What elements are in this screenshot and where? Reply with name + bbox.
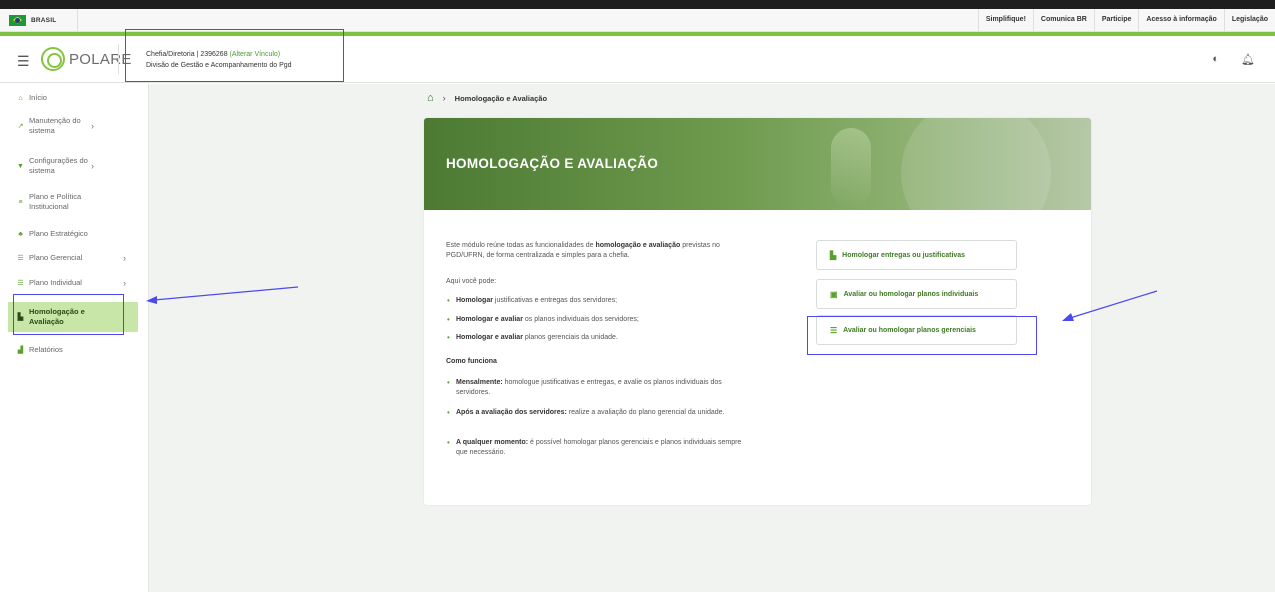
gov-link-comunica[interactable]: Comunica BR: [1032, 9, 1094, 31]
hierarchy-icon: ♣: [18, 230, 23, 238]
settings-icon: ▼: [17, 162, 24, 170]
gov-brasil-link[interactable]: BRASIL: [0, 9, 78, 31]
sidebar-item-label: Plano Gerencial: [29, 253, 83, 262]
gov-link-simplifique[interactable]: Simplifique!: [977, 9, 1033, 31]
banner-decoration: [831, 128, 871, 208]
button-label: Homologar entregas ou justificativas: [842, 251, 966, 259]
list-icon: ☰: [17, 280, 24, 287]
list-item: Após a avaliação dos servidores: realize…: [446, 408, 746, 418]
gov-link-acesso[interactable]: Acesso à informação: [1138, 9, 1223, 31]
sidebar-item-plano-politica[interactable]: ≡ Plano e Política Institucional: [0, 190, 138, 214]
list-item: Homologar e avaliar os planos individuai…: [446, 315, 746, 325]
chevron-right-icon: ›: [91, 161, 94, 171]
list-item: Homologar justificativas e entregas dos …: [446, 296, 746, 306]
wrench-icon: ↗: [17, 123, 24, 130]
sidebar-item-label: Configurações do sistema: [29, 156, 88, 175]
brazil-flag-icon: [9, 14, 26, 26]
gov-link-legislacao[interactable]: Legislação: [1223, 9, 1275, 31]
sidebar-item-plano-individual[interactable]: ☰ Plano Individual ›: [0, 277, 138, 289]
sidebar-item-label: Plano Estratégico: [29, 229, 88, 238]
chart-icon: ▟: [17, 347, 24, 354]
breadcrumb: ⌂ › Homologação e Avaliação: [427, 92, 547, 104]
button-label: Avaliar ou homologar planos individuais: [843, 290, 979, 298]
list-item: Mensalmente: homologue justificativas e …: [446, 378, 746, 398]
bell-icon[interactable]: 🔔︎: [1241, 53, 1255, 66]
sidebar-item-label: Plano e Política Institucional: [29, 192, 82, 211]
sidebar-item-configuracoes[interactable]: ▼ Configurações do sistema ›: [0, 154, 138, 178]
annotation-highlight-box: [807, 316, 1037, 355]
sidebar-item-label: Plano Individual: [29, 278, 82, 287]
list-icon: ☰: [17, 255, 24, 262]
contrast-icon[interactable]: ◐: [1212, 53, 1219, 66]
gov-link-participe[interactable]: Participe: [1093, 9, 1139, 31]
list-item: A qualquer momento: é possível homologar…: [446, 438, 746, 458]
module-description: Este módulo reúne todas as funcionalidad…: [446, 242, 720, 259]
sidebar-item-inicio[interactable]: ⌂ Início: [0, 92, 138, 104]
home-icon[interactable]: ⌂: [427, 92, 434, 104]
sidebar-item-label: Início: [29, 93, 47, 102]
logo-text: POLARE: [69, 50, 132, 68]
gov-links: Simplifique! Comunica BR Participe Acess…: [977, 9, 1275, 31]
module-banner: HOMOLOGAÇÃO E AVALIAÇÃO: [424, 118, 1091, 248]
menu-icon[interactable]: ☰: [17, 53, 30, 70]
page-title: HOMOLOGAÇÃO E AVALIAÇÃO: [446, 156, 659, 171]
homologar-entregas-button[interactable]: ▙ Homologar entregas ou justificativas: [816, 240, 1017, 270]
sidebar-item-manutencao[interactable]: ↗ Manutenção do sistema ›: [0, 114, 138, 138]
annotation-highlight-box: [125, 29, 344, 82]
sidebar-item-plano-gerencial[interactable]: ☰ Plano Gerencial ›: [0, 252, 138, 264]
chevron-right-icon: ›: [123, 253, 126, 263]
how-it-works-heading: Como funciona: [446, 358, 497, 365]
list-item: Homologar e avaliar planos gerenciais da…: [446, 333, 746, 343]
header-divider: [118, 44, 119, 74]
banner-decoration: [901, 118, 1051, 248]
chevron-right-icon: ›: [91, 121, 94, 131]
chevron-right-icon: ›: [442, 93, 446, 103]
breadcrumb-current: Homologação e Avaliação: [454, 93, 548, 103]
sidebar-item-relatorios[interactable]: ▟ Relatórios: [0, 344, 138, 356]
polare-logo-icon: [41, 47, 65, 71]
avaliar-planos-individuais-button[interactable]: ▣ Avaliar ou homologar planos individuai…: [816, 279, 1017, 309]
home-icon: ⌂: [18, 94, 23, 102]
module-card: HOMOLOGAÇÃO E AVALIAÇÃO Este módulo reún…: [424, 118, 1091, 505]
sidebar-item-label: Relatórios: [29, 345, 63, 354]
sidebar-item-plano-estrategico[interactable]: ♣ Plano Estratégico: [0, 228, 138, 240]
sidebar-item-label: Manutenção do sistema: [29, 116, 81, 135]
top-dark-bar: [0, 0, 1275, 9]
annotation-highlight-box: [13, 294, 124, 335]
brasil-label: BRASIL: [31, 16, 57, 24]
document-icon: ≡: [18, 198, 23, 206]
document-icon: ▣: [830, 289, 838, 299]
chevron-right-icon: ›: [123, 278, 126, 288]
header-icons: ◐ 🔔︎: [1212, 53, 1255, 66]
clipboard-check-icon: ▙: [830, 250, 837, 260]
here-you-can-label: Aqui você pode:: [446, 278, 497, 285]
sidebar: ⌂ Início ↗ Manutenção do sistema › ▼ Con…: [0, 84, 149, 592]
